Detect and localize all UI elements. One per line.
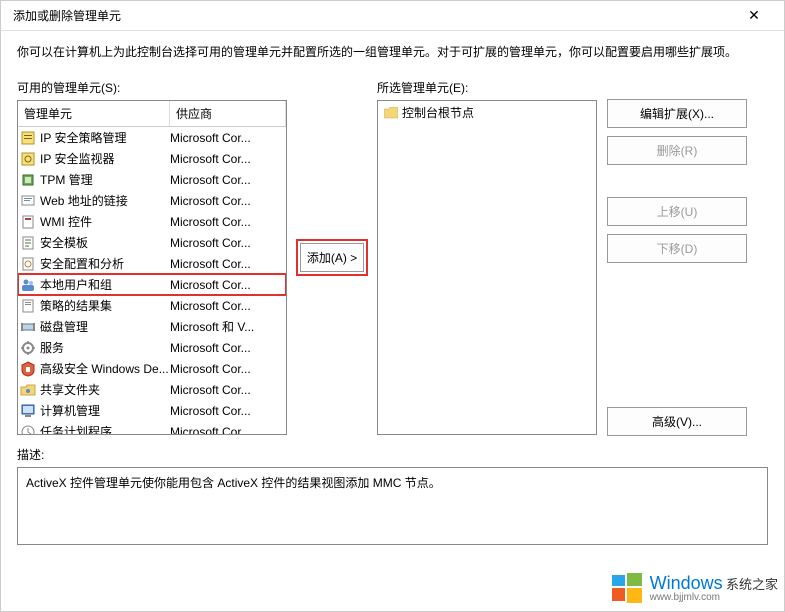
description-label: 描述: bbox=[17, 446, 768, 463]
move-up-button[interactable]: 上移(U) bbox=[607, 197, 747, 226]
list-item[interactable]: 高级安全 Windows De...Microsoft Cor... bbox=[18, 358, 286, 379]
list-item-vendor: Microsoft Cor... bbox=[170, 215, 284, 229]
firewall-icon bbox=[20, 361, 36, 377]
list-item[interactable]: 磁盘管理Microsoft 和 V... bbox=[18, 316, 286, 337]
list-item[interactable]: WMI 控件Microsoft Cor... bbox=[18, 211, 286, 232]
disk-icon bbox=[20, 319, 36, 335]
users-icon bbox=[20, 277, 36, 293]
available-listbox[interactable]: 管理单元 供应商 IP 安全策略管理Microsoft Cor...IP 安全监… bbox=[17, 100, 287, 435]
remove-button[interactable]: 删除(R) bbox=[607, 136, 747, 165]
list-item[interactable]: 策略的结果集Microsoft Cor... bbox=[18, 295, 286, 316]
list-item-name: 任务计划程序 bbox=[40, 423, 170, 435]
list-item[interactable]: 任务计划程序Microsoft Cor... bbox=[18, 421, 286, 435]
rsop-icon bbox=[20, 298, 36, 314]
config-icon bbox=[20, 256, 36, 272]
list-item-name: 高级安全 Windows De... bbox=[40, 360, 170, 377]
list-item-name: TPM 管理 bbox=[40, 171, 170, 188]
instruction-text: 你可以在计算机上为此控制台选择可用的管理单元并配置所选的一组管理单元。对于可扩展… bbox=[1, 31, 784, 79]
list-item-name: 安全配置和分析 bbox=[40, 255, 170, 272]
list-item[interactable]: TPM 管理Microsoft Cor... bbox=[18, 169, 286, 190]
list-item-vendor: Microsoft Cor... bbox=[170, 173, 284, 187]
description-box: ActiveX 控件管理单元使你能用包含 ActiveX 控件的结果视图添加 M… bbox=[17, 467, 768, 545]
task-icon bbox=[20, 424, 36, 436]
window-title: 添加或删除管理单元 bbox=[13, 7, 732, 24]
add-button-highlight: 添加(A) > bbox=[296, 239, 368, 276]
list-item-vendor: Microsoft Cor... bbox=[170, 362, 284, 376]
close-icon: ✕ bbox=[748, 7, 760, 24]
move-down-button[interactable]: 下移(D) bbox=[607, 234, 747, 263]
list-item[interactable]: 共享文件夹Microsoft Cor... bbox=[18, 379, 286, 400]
list-item[interactable]: 安全模板Microsoft Cor... bbox=[18, 232, 286, 253]
services-icon bbox=[20, 340, 36, 356]
watermark-brand1: Windows bbox=[650, 573, 723, 593]
list-item-vendor: Microsoft Cor... bbox=[170, 152, 284, 166]
edit-extensions-button[interactable]: 编辑扩展(X)... bbox=[607, 99, 747, 128]
tree-root-label: 控制台根节点 bbox=[402, 104, 474, 121]
windows-logo-icon bbox=[610, 571, 644, 605]
watermark-text: Windows 系统之家 www.bjjmlv.com bbox=[650, 573, 778, 603]
list-item-name: IP 安全策略管理 bbox=[40, 129, 170, 146]
list-item-name: 服务 bbox=[40, 339, 170, 356]
list-item-vendor: Microsoft Cor... bbox=[170, 404, 284, 418]
list-item[interactable]: 计算机管理Microsoft Cor... bbox=[18, 400, 286, 421]
available-label: 可用的管理单元(S): bbox=[17, 79, 287, 96]
list-item[interactable]: 本地用户和组Microsoft Cor... bbox=[18, 274, 286, 295]
list-item-name: IP 安全监视器 bbox=[40, 150, 170, 167]
list-item-name: 磁盘管理 bbox=[40, 318, 170, 335]
list-item-name: Web 地址的链接 bbox=[40, 192, 170, 209]
available-list-body[interactable]: IP 安全策略管理Microsoft Cor...IP 安全监视器Microso… bbox=[18, 127, 286, 435]
selected-label: 所选管理单元(E): bbox=[377, 79, 597, 96]
list-item-vendor: Microsoft Cor... bbox=[170, 383, 284, 397]
template-icon bbox=[20, 235, 36, 251]
list-item[interactable]: Web 地址的链接Microsoft Cor... bbox=[18, 190, 286, 211]
list-item-name: 策略的结果集 bbox=[40, 297, 170, 314]
monitor-icon bbox=[20, 151, 36, 167]
tpm-icon bbox=[20, 172, 36, 188]
list-item-vendor: Microsoft Cor... bbox=[170, 299, 284, 313]
close-button[interactable]: ✕ bbox=[732, 2, 776, 30]
list-item-name: 计算机管理 bbox=[40, 402, 170, 419]
list-item-vendor: Microsoft 和 V... bbox=[170, 318, 284, 335]
list-item-vendor: Microsoft Cor... bbox=[170, 278, 284, 292]
list-item-vendor: Microsoft Cor... bbox=[170, 341, 284, 355]
list-item-vendor: Microsoft Cor... bbox=[170, 131, 284, 145]
computer-icon bbox=[20, 403, 36, 419]
list-item-vendor: Microsoft Cor... bbox=[170, 236, 284, 250]
link-icon bbox=[20, 193, 36, 209]
list-item-name: 共享文件夹 bbox=[40, 381, 170, 398]
list-item-vendor: Microsoft Cor... bbox=[170, 257, 284, 271]
list-item[interactable]: 安全配置和分析Microsoft Cor... bbox=[18, 253, 286, 274]
list-item[interactable]: IP 安全监视器Microsoft Cor... bbox=[18, 148, 286, 169]
advanced-button[interactable]: 高级(V)... bbox=[607, 407, 747, 436]
tree-root-row[interactable]: 控制台根节点 bbox=[378, 101, 596, 124]
list-item[interactable]: 服务Microsoft Cor... bbox=[18, 337, 286, 358]
list-item-name: WMI 控件 bbox=[40, 213, 170, 230]
watermark: Windows 系统之家 www.bjjmlv.com bbox=[610, 571, 778, 605]
list-item-vendor: Microsoft Cor... bbox=[170, 194, 284, 208]
share-icon bbox=[20, 382, 36, 398]
col-header-name[interactable]: 管理单元 bbox=[18, 101, 170, 126]
available-list-header: 管理单元 供应商 bbox=[18, 101, 286, 127]
folder-icon bbox=[384, 107, 398, 119]
selected-treeview[interactable]: 控制台根节点 bbox=[377, 100, 597, 435]
list-item-name: 本地用户和组 bbox=[40, 276, 170, 293]
list-item[interactable]: IP 安全策略管理Microsoft Cor... bbox=[18, 127, 286, 148]
window-titlebar: 添加或删除管理单元 ✕ bbox=[1, 1, 784, 31]
add-button[interactable]: 添加(A) > bbox=[300, 243, 364, 272]
list-item-name: 安全模板 bbox=[40, 234, 170, 251]
watermark-brand2: 系统之家 bbox=[726, 577, 778, 592]
list-item-vendor: Microsoft Cor... bbox=[170, 425, 284, 436]
policy-icon bbox=[20, 130, 36, 146]
col-header-vendor[interactable]: 供应商 bbox=[170, 101, 286, 126]
wmi-icon bbox=[20, 214, 36, 230]
